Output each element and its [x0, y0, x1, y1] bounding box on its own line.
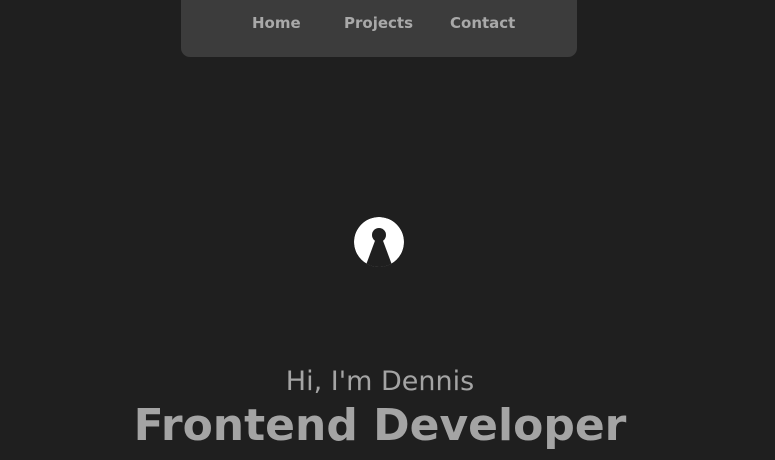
avatar [354, 217, 404, 267]
nav-link-home[interactable]: Home [252, 14, 301, 32]
top-navigation: Home Projects Contact [181, 0, 577, 57]
hero-greeting: Hi, I'm Dennis [285, 366, 475, 397]
hero-title: Frontend Developer [133, 400, 627, 451]
nav-link-contact[interactable]: Contact [450, 14, 515, 32]
page: Home Projects Contact Hi, I'm Dennis Fro… [0, 0, 775, 460]
nav-link-projects[interactable]: Projects [344, 14, 413, 32]
user-avatar-icon [354, 217, 404, 267]
